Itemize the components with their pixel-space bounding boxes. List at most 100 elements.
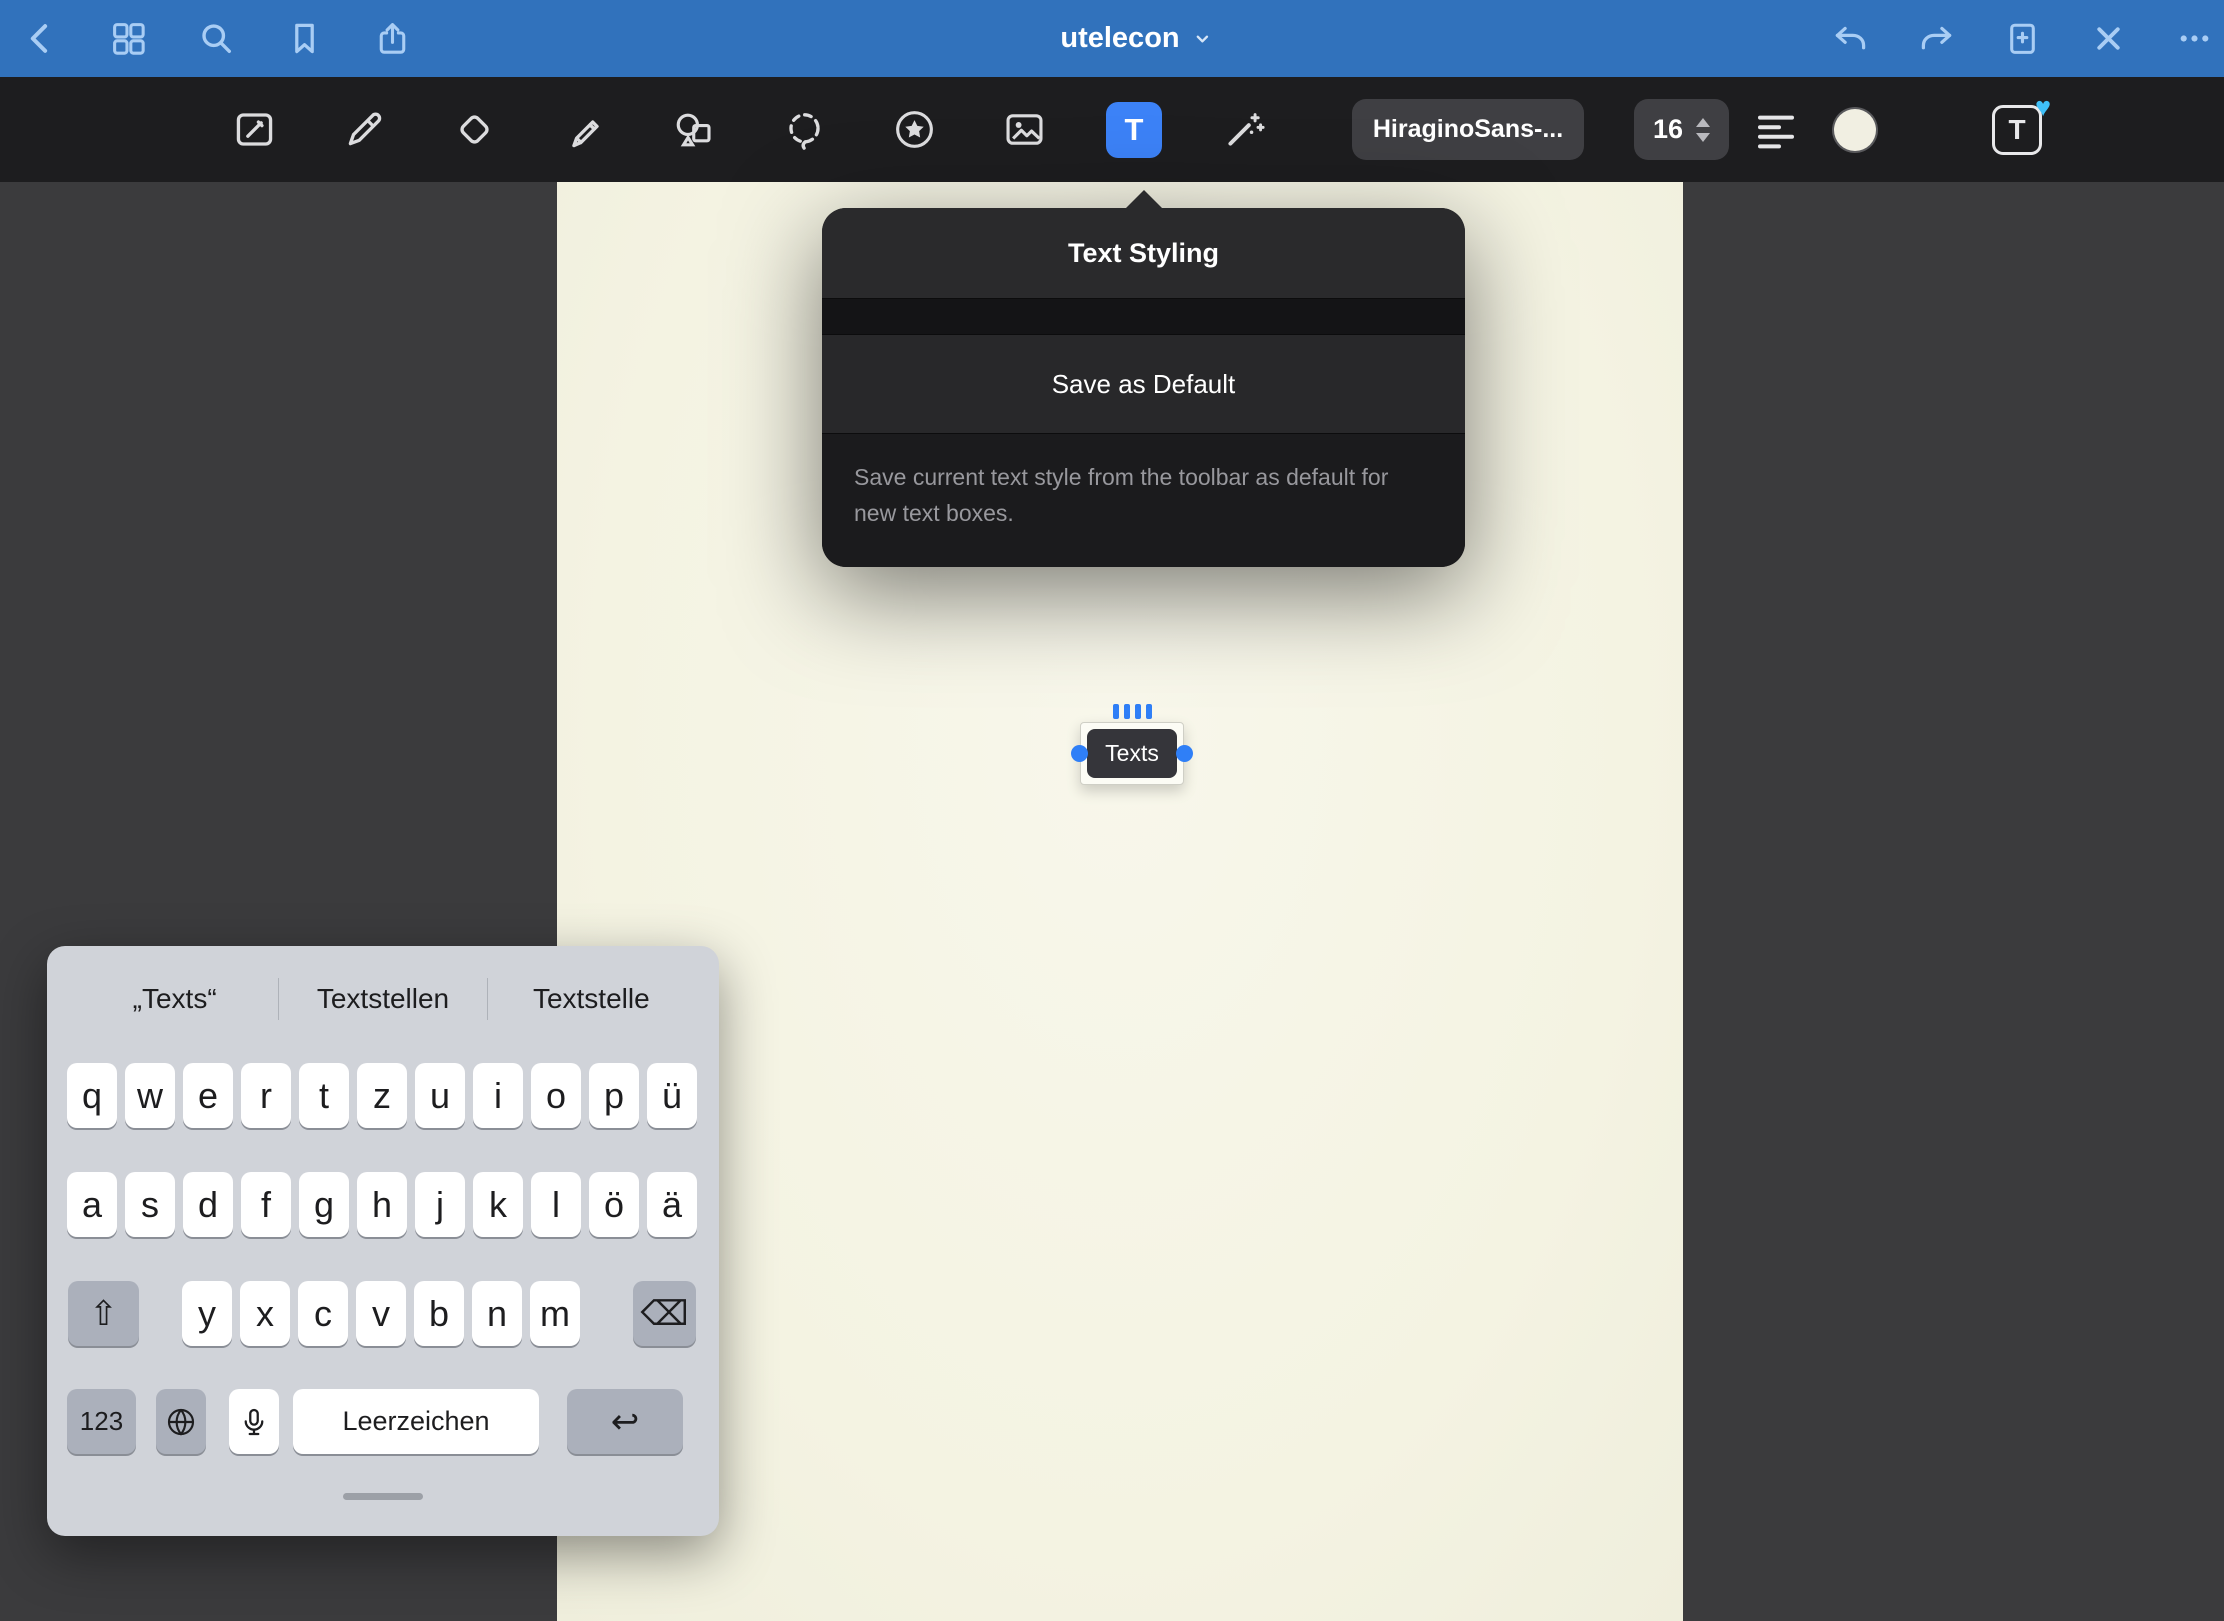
font-name-button[interactable]: HiraginoSans-...	[1352, 99, 1584, 160]
bookmark-icon[interactable]	[284, 19, 324, 59]
chevron-down-icon	[1192, 28, 1214, 50]
letter-key[interactable]: v	[356, 1281, 406, 1346]
letter-key[interactable]: n	[472, 1281, 522, 1346]
text-tool-icon[interactable]: T	[1106, 102, 1162, 158]
letter-key[interactable]: f	[241, 1172, 291, 1237]
selected-textbox[interactable]: Texts	[1080, 704, 1184, 785]
text-color-swatch[interactable]	[1834, 109, 1876, 151]
top-nav-bar: utelecon	[0, 0, 2224, 77]
letter-key[interactable]: g	[299, 1172, 349, 1237]
letter-key[interactable]: u	[415, 1063, 465, 1128]
keyboard-grabber[interactable]	[343, 1493, 423, 1500]
numbers-key[interactable]: 123	[67, 1389, 136, 1454]
lasso-tool-icon[interactable]	[776, 102, 832, 158]
keyboard-row-4: 123 Leerzeichen ↩	[47, 1389, 719, 1454]
font-size-value: 16	[1653, 114, 1683, 145]
letter-key[interactable]: z	[357, 1063, 407, 1128]
textbox-drag-handle-icon[interactable]	[1080, 704, 1184, 719]
search-icon[interactable]	[196, 19, 236, 59]
suggestion-item[interactable]: Textstelle	[488, 983, 695, 1015]
letter-key[interactable]: s	[125, 1172, 175, 1237]
letter-key[interactable]: e	[183, 1063, 233, 1128]
image-tool-icon[interactable]	[996, 102, 1052, 158]
return-key[interactable]: ↩	[567, 1389, 683, 1454]
letter-key[interactable]: a	[67, 1172, 117, 1237]
letter-key[interactable]: x	[240, 1281, 290, 1346]
letter-key[interactable]: j	[415, 1172, 465, 1237]
close-icon[interactable]	[2088, 19, 2128, 59]
shift-key[interactable]: ⇧	[68, 1281, 139, 1346]
highlighter-tool-icon[interactable]	[556, 102, 612, 158]
space-key[interactable]: Leerzeichen	[293, 1389, 539, 1454]
tool-bar: T HiraginoSans-... 16 T ♥	[0, 77, 2224, 182]
text-style-glyph: T	[2008, 114, 2025, 146]
font-name-label: HiraginoSans-...	[1373, 115, 1563, 144]
keyboard-row-1: q w e r t z u i o p ü	[47, 1063, 719, 1128]
keyboard-row-3: ⇧ y x c v b n m ⌫	[47, 1281, 719, 1346]
mic-icon	[238, 1406, 270, 1438]
eraser-tool-icon[interactable]	[446, 102, 502, 158]
suggestion-item[interactable]: Textstellen	[279, 983, 486, 1015]
letter-key[interactable]: i	[473, 1063, 523, 1128]
letter-key[interactable]: k	[473, 1172, 523, 1237]
text-align-icon[interactable]	[1752, 106, 1800, 154]
save-as-default-button[interactable]: Save as Default	[822, 334, 1465, 434]
floating-keyboard: „Texts“ Textstellen Textstelle q w e r t…	[47, 946, 719, 1536]
letter-key[interactable]: m	[530, 1281, 580, 1346]
nav-right-group	[1830, 0, 2214, 77]
thumbnails-icon[interactable]	[108, 19, 148, 59]
add-page-icon[interactable]	[2002, 19, 2042, 59]
redo-icon[interactable]	[1916, 19, 1956, 59]
resize-handle-left[interactable]	[1071, 745, 1088, 762]
document-title[interactable]: utelecon	[1060, 0, 1213, 77]
dictation-key[interactable]	[229, 1389, 279, 1454]
globe-key[interactable]	[156, 1389, 206, 1454]
text-style-favorite-icon[interactable]: T ♥	[1992, 105, 2042, 155]
letter-key[interactable]: q	[67, 1063, 117, 1128]
letter-key[interactable]: p	[589, 1063, 639, 1128]
back-icon[interactable]	[20, 19, 60, 59]
letter-key[interactable]: y	[182, 1281, 232, 1346]
letter-key[interactable]: o	[531, 1063, 581, 1128]
elements-tool-icon[interactable]	[886, 102, 942, 158]
shapes-tool-icon[interactable]	[666, 102, 722, 158]
page-view-icon[interactable]	[226, 102, 282, 158]
letter-key[interactable]: t	[299, 1063, 349, 1128]
suggestion-item[interactable]: „Texts“	[71, 983, 278, 1015]
stepper-chevrons-icon	[1696, 118, 1710, 142]
popover-description: Save current text style from the toolbar…	[822, 434, 1465, 567]
keyboard-row-2: a s d f g h j k l ö ä	[47, 1172, 719, 1237]
letter-key[interactable]: c	[298, 1281, 348, 1346]
letter-key[interactable]: ö	[589, 1172, 639, 1237]
popover-body: Text Styling Save as Default Save curren…	[822, 208, 1465, 567]
globe-icon	[165, 1406, 197, 1438]
share-icon[interactable]	[372, 19, 412, 59]
letter-key[interactable]: ä	[647, 1172, 697, 1237]
font-size-stepper[interactable]: 16	[1634, 99, 1729, 160]
letter-key[interactable]: ü	[647, 1063, 697, 1128]
letter-key[interactable]: d	[183, 1172, 233, 1237]
suggestion-bar: „Texts“ Textstellen Textstelle	[71, 966, 695, 1032]
popover-title: Text Styling	[822, 208, 1465, 298]
undo-icon[interactable]	[1830, 19, 1870, 59]
heart-badge-icon: ♥	[2035, 94, 2051, 121]
textbox-content[interactable]: Texts	[1087, 729, 1177, 778]
resize-handle-right[interactable]	[1176, 745, 1193, 762]
nav-left-group	[20, 0, 412, 77]
more-icon[interactable]	[2174, 19, 2214, 59]
letter-key[interactable]: h	[357, 1172, 407, 1237]
letter-key[interactable]: r	[241, 1063, 291, 1128]
text-styling-popover: Text Styling Save as Default Save curren…	[822, 208, 1465, 567]
letter-key[interactable]: b	[414, 1281, 464, 1346]
textbox-selection-frame: Texts	[1080, 722, 1184, 785]
document-title-label: utelecon	[1060, 22, 1179, 55]
backspace-key[interactable]: ⌫	[633, 1281, 696, 1346]
pen-tool-icon[interactable]	[336, 102, 392, 158]
pointer-tool-icon[interactable]	[1216, 102, 1272, 158]
text-tool-glyph: T	[1125, 112, 1144, 148]
tools-group: T	[226, 77, 1272, 182]
popover-arrow	[1125, 190, 1163, 209]
popover-collapsed-row	[822, 298, 1465, 334]
letter-key[interactable]: w	[125, 1063, 175, 1128]
letter-key[interactable]: l	[531, 1172, 581, 1237]
